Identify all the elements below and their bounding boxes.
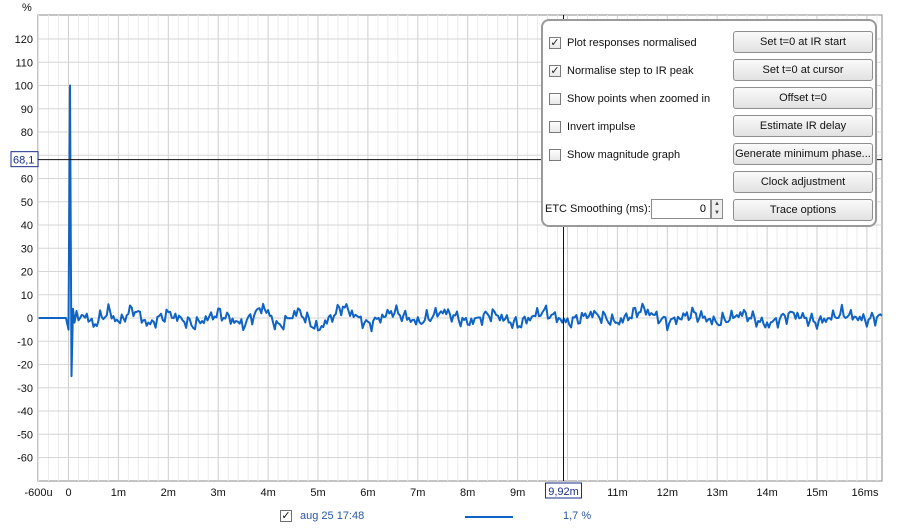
y-tick-label: -20 <box>17 360 33 372</box>
x-tick-label: 1m <box>111 487 126 499</box>
etc-smoothing-spinner[interactable]: ▲ ▼ <box>711 199 723 219</box>
x-tick-label: 5m <box>310 487 325 499</box>
x-tick-label: 6m <box>360 487 375 499</box>
x-tick-label: 15m <box>806 487 827 499</box>
y-unit-label: % <box>22 2 32 14</box>
y-tick-label: -10 <box>17 336 33 348</box>
y-tick-label: -50 <box>17 429 33 441</box>
checkbox-plot-normalised[interactable]: ✓ <box>549 37 561 49</box>
checkbox-show-points[interactable] <box>549 93 561 105</box>
etc-smoothing-label: ETC Smoothing (ms): <box>545 203 651 215</box>
impulse-controls-panel: ✓ Plot responses normalised ✓ Normalise … <box>541 19 877 227</box>
cursor-y-readout: 68,1 <box>13 155 34 167</box>
option-plot-normalised[interactable]: ✓ Plot responses normalised <box>549 34 697 52</box>
spin-up-icon[interactable]: ▲ <box>712 200 722 209</box>
estimate-ir-delay-button[interactable]: Estimate IR delay <box>733 115 873 137</box>
x-tick-label: -600u <box>24 487 52 499</box>
y-tick-label: 40 <box>21 220 33 232</box>
option-show-points[interactable]: Show points when zoomed in <box>549 90 710 108</box>
x-axis-ticks: -600u01m2m3m4m5m6m7m8m9m10m11m12m13m14m1… <box>24 487 878 499</box>
y-tick-label: 50 <box>21 197 33 209</box>
legend-trace-name[interactable]: aug 25 17:48 <box>300 510 364 522</box>
y-tick-label: 100 <box>15 81 33 93</box>
checkbox-normalise-step[interactable]: ✓ <box>549 65 561 77</box>
y-axis-ticks: 1201101009080706050403020100-10-20-30-40… <box>15 34 33 465</box>
option-label: Plot responses normalised <box>567 37 697 49</box>
x-tick-label: 14m <box>756 487 777 499</box>
y-tick-label: 0 <box>27 313 33 325</box>
option-label: Show points when zoomed in <box>567 93 711 105</box>
y-tick-label: 80 <box>21 127 33 139</box>
x-tick-label: 13m <box>706 487 727 499</box>
option-label: Normalise step to IR peak <box>567 65 694 77</box>
x-tick-label: 11m <box>607 487 628 499</box>
y-tick-label: 60 <box>21 174 33 186</box>
checkbox-show-magnitude[interactable] <box>549 149 561 161</box>
option-label: Invert impulse <box>567 121 636 133</box>
x-tick-label: 8m <box>460 487 475 499</box>
y-tick-label: -60 <box>17 453 33 465</box>
option-normalise-step[interactable]: ✓ Normalise step to IR peak <box>549 62 694 80</box>
y-tick-label: 90 <box>21 104 33 116</box>
clock-adjustment-button[interactable]: Clock adjustment <box>733 171 873 193</box>
y-tick-label: 110 <box>15 57 33 69</box>
x-tick-label: 4m <box>260 487 275 499</box>
cursor-x-readout: 9,92m <box>548 486 579 498</box>
y-tick-label: 120 <box>15 34 33 46</box>
option-invert-impulse[interactable]: Invert impulse <box>549 118 635 136</box>
legend-trace-checkbox[interactable]: ✓ <box>280 510 292 522</box>
x-tick-label: 0 <box>65 487 71 499</box>
offset-t0-button[interactable]: Offset t=0 <box>733 87 873 109</box>
checkbox-invert-impulse[interactable] <box>549 121 561 133</box>
trace-options-button[interactable]: Trace options <box>733 199 873 221</box>
y-tick-label: 20 <box>21 267 33 279</box>
y-tick-label: 10 <box>21 290 33 302</box>
set-t0-ir-start-button[interactable]: Set t=0 at IR start <box>733 31 873 53</box>
x-tick-label: 2m <box>161 487 176 499</box>
option-show-magnitude[interactable]: Show magnitude graph <box>549 146 680 164</box>
x-tick-label: 12m <box>657 487 678 499</box>
legend-trace-swatch <box>465 516 513 518</box>
x-tick-label: 7m <box>410 487 425 499</box>
generate-minimum-phase-button[interactable]: Generate minimum phase... <box>733 143 873 165</box>
y-tick-label: -30 <box>17 383 33 395</box>
x-tick-label: 3m <box>211 487 226 499</box>
etc-smoothing-input[interactable] <box>651 199 711 219</box>
spin-down-icon[interactable]: ▼ <box>712 209 722 218</box>
set-t0-cursor-button[interactable]: Set t=0 at cursor <box>733 59 873 81</box>
x-tick-label: 9m <box>510 487 525 499</box>
y-tick-label: 30 <box>21 243 33 255</box>
option-label: Show magnitude graph <box>567 149 681 161</box>
legend-trace-value: 1,7 % <box>563 510 592 522</box>
y-tick-label: -40 <box>17 406 33 418</box>
x-tick-label: 16ms <box>852 487 879 499</box>
